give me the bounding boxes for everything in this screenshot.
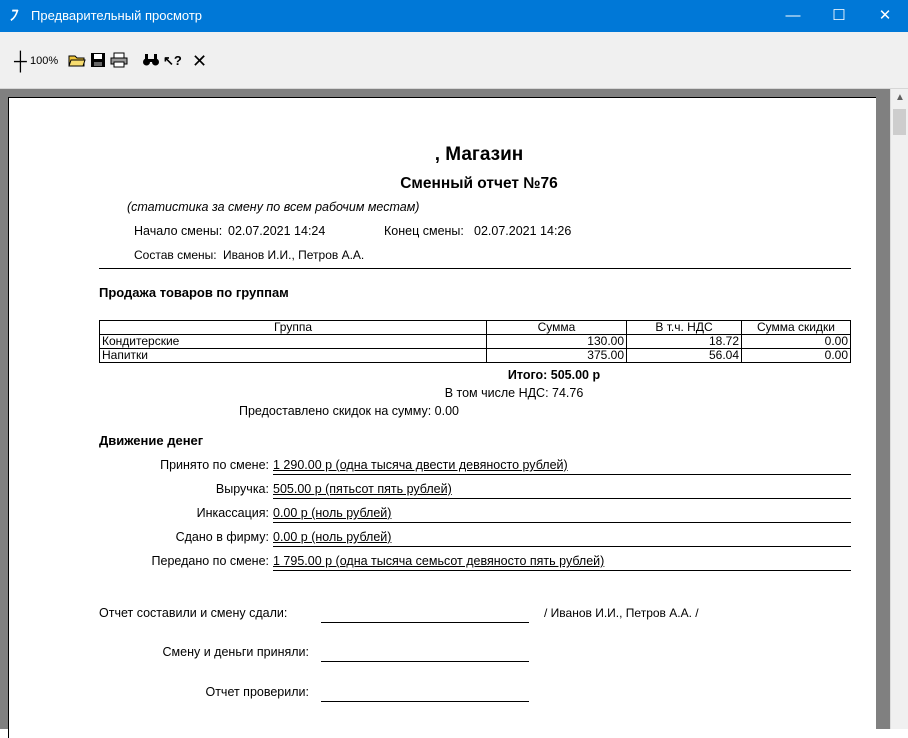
shift-start-value: 02.07.2021 14:24 <box>228 224 326 238</box>
report-subtitle: (статистика за смену по всем рабочим мес… <box>127 200 420 214</box>
money-underline <box>273 570 851 571</box>
money-value-accepted: 1 290.00 р (одна тысяча двести девяносто… <box>273 458 568 472</box>
header-divider <box>99 268 851 269</box>
shift-start-label: Начало смены: <box>134 224 223 238</box>
money-underline <box>273 522 851 523</box>
window-title: Предварительный просмотр <box>31 8 203 23</box>
table-row: Напитки 375.00 56.04 0.00 <box>99 348 851 363</box>
cell-sum: 375.00 <box>486 348 627 363</box>
col-sum-header: Сумма <box>486 320 627 335</box>
signature-line <box>321 661 529 662</box>
toolbar: ┼ 100% ↖? ✕ <box>0 32 908 89</box>
print-icon[interactable] <box>110 52 128 70</box>
vertical-scrollbar[interactable]: ▲ <box>890 89 908 729</box>
open-folder-icon[interactable] <box>68 52 86 70</box>
col-group-header: Группа <box>99 320 487 335</box>
report-page: , Магазин Сменный отчет №76 (статистика … <box>8 97 876 738</box>
money-label-revenue: Выручка: <box>215 482 269 496</box>
cell-vat: 18.72 <box>626 334 742 349</box>
cell-discount: 0.00 <box>741 334 851 349</box>
discount-total: Предоставлено скидок на сумму: 0.00 <box>239 404 460 418</box>
sign-accepted-label: Смену и деньги приняли: <box>162 645 309 659</box>
col-discount-header: Сумма скидки <box>741 320 851 335</box>
title-bar: ﾌ Предварительный просмотр — ☐ ✕ <box>0 0 908 32</box>
cell-group: Напитки <box>99 348 487 363</box>
cell-discount: 0.00 <box>741 348 851 363</box>
table-header-row: Группа Сумма В т.ч. НДС Сумма скидки <box>99 320 851 335</box>
zoom-pin-icon[interactable]: ┼ <box>14 52 27 70</box>
zoom-level[interactable]: 100% <box>30 52 58 70</box>
signature-line <box>321 701 529 702</box>
maximize-button[interactable]: ☐ <box>816 0 862 32</box>
money-value-collection: 0.00 р (ноль рублей) <box>273 506 392 520</box>
cell-vat: 56.04 <box>626 348 742 363</box>
money-value-revenue: 505.00 р (пятьсот пять рублей) <box>273 482 452 496</box>
store-name: , Магазин <box>434 144 524 165</box>
vat-total: В том числе НДС: 74.76 <box>444 386 584 400</box>
money-underline <box>273 546 851 547</box>
money-label-collection: Инкассация: <box>196 506 269 520</box>
shift-end-label: Конец смены: <box>384 224 464 238</box>
staff-label: Состав смены: <box>134 248 217 262</box>
money-value-company: 0.00 р (ноль рублей) <box>273 530 392 544</box>
save-icon[interactable] <box>90 52 106 70</box>
close-preview-icon[interactable]: ✕ <box>192 52 207 70</box>
sign-made-names: / Иванов И.И., Петров А.А. / <box>544 606 699 620</box>
minimize-button[interactable]: — <box>770 0 816 32</box>
money-label-accepted: Принято по смене: <box>160 458 269 472</box>
scroll-thumb[interactable] <box>893 109 906 135</box>
help-pointer-icon[interactable]: ↖? <box>163 52 182 70</box>
sign-checked-label: Отчет проверили: <box>205 685 309 699</box>
sign-made-label: Отчет составили и смену сдали: <box>99 606 288 620</box>
app-logo-icon: ﾌ <box>9 6 17 24</box>
staff-value: Иванов И.И., Петров А.А. <box>223 248 365 262</box>
money-underline <box>273 498 851 499</box>
signature-line <box>321 622 529 623</box>
money-section-title: Движение денег <box>99 433 204 448</box>
money-label-transferred: Передано по смене: <box>151 554 269 568</box>
close-button[interactable]: ✕ <box>862 0 908 32</box>
money-underline <box>273 474 851 475</box>
col-vat-header: В т.ч. НДС <box>626 320 742 335</box>
scroll-up-icon[interactable]: ▲ <box>891 89 908 107</box>
money-label-company: Сдано в фирму: <box>175 530 269 544</box>
sales-table: Группа Сумма В т.ч. НДС Сумма скидки Кон… <box>99 320 851 363</box>
shift-end-value: 02.07.2021 14:26 <box>474 224 572 238</box>
sales-section-title: Продажа товаров по группам <box>99 285 289 300</box>
preview-area: , Магазин Сменный отчет №76 (статистика … <box>0 89 908 738</box>
sales-total: Итого: 505.00 р <box>507 368 601 382</box>
cell-group: Кондитерские <box>99 334 487 349</box>
report-title: Сменный отчет №76 <box>400 175 558 192</box>
cell-sum: 130.00 <box>486 334 627 349</box>
table-row: Кондитерские 130.00 18.72 0.00 <box>99 334 851 349</box>
money-value-transferred: 1 795.00 р (одна тысяча семьсот девяност… <box>273 554 605 568</box>
find-icon[interactable] <box>142 52 160 70</box>
